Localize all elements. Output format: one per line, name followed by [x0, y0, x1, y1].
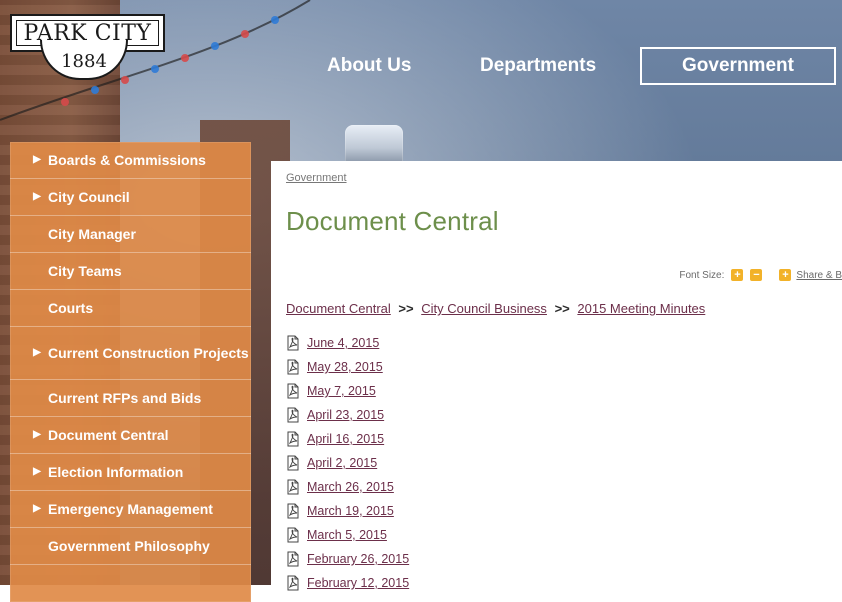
list-item: March 19, 2015: [286, 499, 409, 523]
plus-icon: +: [782, 268, 789, 281]
pdf-icon: [287, 407, 299, 423]
font-size-increase-button[interactable]: +: [731, 268, 744, 281]
list-item: February 26, 2015: [286, 547, 409, 571]
pdf-icon: [287, 575, 299, 591]
nav-government[interactable]: Government: [640, 47, 836, 85]
minus-icon: −: [753, 268, 760, 281]
sidebar-item-label: City Manager: [48, 226, 136, 242]
sidebar-menu: ▶ Boards & Commissions ▶ City Council Ci…: [10, 142, 251, 602]
document-link[interactable]: February 12, 2015: [307, 576, 409, 590]
page-tools: Font Size: + − + Share & B: [679, 269, 842, 281]
pdf-icon: [287, 383, 299, 399]
top-navigation: About Us Departments Government: [0, 0, 842, 100]
chevron-right-icon: ▶: [33, 429, 41, 440]
document-link[interactable]: March 19, 2015: [307, 504, 394, 518]
sidebar-item-label: Document Central: [48, 427, 169, 443]
sidebar-item-city-manager[interactable]: City Manager: [10, 216, 251, 253]
path-2015-meeting-minutes[interactable]: 2015 Meeting Minutes: [577, 301, 705, 316]
list-item: April 2, 2015: [286, 451, 409, 475]
sidebar-item-city-teams[interactable]: City Teams: [10, 253, 251, 290]
sidebar-item-current-rfps-bids[interactable]: Current RFPs and Bids: [10, 380, 251, 417]
pdf-icon: [287, 431, 299, 447]
list-item: May 7, 2015: [286, 379, 409, 403]
pdf-icon: [287, 551, 299, 567]
pdf-icon: [287, 335, 299, 351]
document-link[interactable]: May 7, 2015: [307, 384, 376, 398]
path-separator: >>: [398, 301, 414, 316]
sidebar-item-label: Current RFPs and Bids: [48, 390, 202, 406]
sidebar-item-document-central[interactable]: ▶ Document Central: [10, 417, 251, 454]
document-link[interactable]: February 26, 2015: [307, 552, 409, 566]
chevron-right-icon: ▶: [33, 466, 41, 477]
sidebar-item-election-information[interactable]: ▶ Election Information: [10, 454, 251, 491]
sidebar-item-emergency-management[interactable]: ▶ Emergency Management: [10, 491, 251, 528]
chevron-right-icon: ▶: [33, 191, 41, 202]
breadcrumb-government[interactable]: Government: [286, 172, 347, 184]
chevron-right-icon: ▶: [33, 503, 41, 514]
document-link[interactable]: May 28, 2015: [307, 360, 383, 374]
main-content-panel: Government Document Central Font Size: +…: [271, 161, 842, 591]
chevron-right-icon: ▶: [33, 347, 41, 358]
pdf-icon: [287, 527, 299, 543]
document-link[interactable]: June 4, 2015: [307, 336, 379, 350]
sidebar-menu-list: ▶ Boards & Commissions ▶ City Council Ci…: [10, 142, 251, 565]
list-item: March 26, 2015: [286, 475, 409, 499]
sidebar-item-current-construction-projects[interactable]: ▶ Current Construction Projects: [10, 327, 251, 380]
share-bookmark: + Share & B: [779, 269, 842, 281]
share-link[interactable]: Share & B: [796, 270, 842, 281]
page-title: Document Central: [286, 206, 499, 236]
sidebar-item-courts[interactable]: Courts: [10, 290, 251, 327]
nav-departments[interactable]: Departments: [480, 55, 596, 77]
document-link[interactable]: April 2, 2015: [307, 456, 377, 470]
sidebar-item-label: City Teams: [48, 263, 122, 279]
sidebar-item-boards-commissions[interactable]: ▶ Boards & Commissions: [10, 142, 251, 179]
sidebar-item-label: Government Philosophy: [48, 538, 210, 554]
nav-about-us[interactable]: About Us: [327, 55, 411, 77]
list-item: May 28, 2015: [286, 355, 409, 379]
sidebar-item-label: City Council: [48, 189, 130, 205]
document-list: June 4, 2015 May 28, 2015 May 7, 2015 Ap…: [286, 331, 409, 595]
font-size-label: Font Size:: [679, 269, 725, 281]
sidebar-item-city-council[interactable]: ▶ City Council: [10, 179, 251, 216]
document-link[interactable]: April 23, 2015: [307, 408, 384, 422]
sidebar-item-government-philosophy[interactable]: Government Philosophy: [10, 528, 251, 565]
pdf-icon: [287, 503, 299, 519]
font-size-decrease-button[interactable]: −: [750, 268, 763, 281]
list-item: June 4, 2015: [286, 331, 409, 355]
background-chimney: [345, 125, 403, 163]
list-item: April 16, 2015: [286, 427, 409, 451]
document-path-breadcrumb: Document Central >> City Council Busines…: [286, 301, 705, 316]
sidebar-item-label: Boards & Commissions: [48, 152, 206, 168]
path-document-central[interactable]: Document Central: [286, 301, 391, 316]
document-link[interactable]: March 26, 2015: [307, 480, 394, 494]
path-separator: >>: [554, 301, 570, 316]
document-link[interactable]: April 16, 2015: [307, 432, 384, 446]
pdf-icon: [287, 479, 299, 495]
path-city-council-business[interactable]: City Council Business: [421, 301, 547, 316]
list-item: March 5, 2015: [286, 523, 409, 547]
sidebar-item-label: Emergency Management: [48, 501, 213, 517]
chevron-right-icon: ▶: [33, 154, 41, 165]
sidebar-item-label: Election Information: [48, 464, 184, 480]
sidebar-item-label: Courts: [48, 300, 94, 316]
share-button[interactable]: +: [779, 268, 792, 281]
sidebar-item-label: Current Construction Projects: [48, 345, 249, 361]
document-link[interactable]: March 5, 2015: [307, 528, 387, 542]
pdf-icon: [287, 455, 299, 471]
plus-icon: +: [734, 268, 741, 281]
pdf-icon: [287, 359, 299, 375]
list-item: February 12, 2015: [286, 571, 409, 595]
list-item: April 23, 2015: [286, 403, 409, 427]
